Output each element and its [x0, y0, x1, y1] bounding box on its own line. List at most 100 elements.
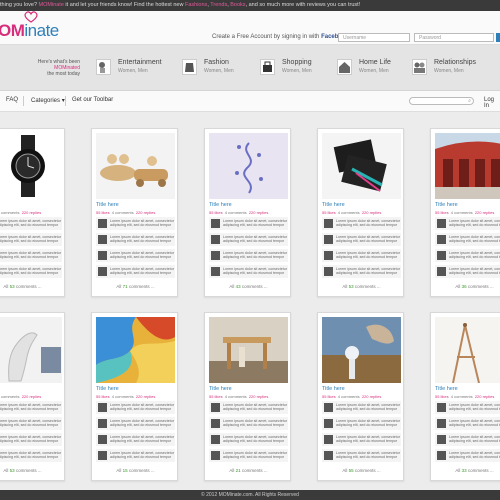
card-image [435, 133, 500, 199]
comment-text: Lorem ipsum dolor sit amet, consectetur … [110, 451, 174, 460]
all-comments-link[interactable]: All 15 comments ... [92, 468, 177, 473]
all-comments-link[interactable]: All 53 comments ... [0, 284, 64, 289]
comment: Lorem ipsum dolor sit amet, consectetur … [435, 265, 500, 278]
avatar [98, 435, 107, 444]
card[interactable]: comments 220 replies Lorem ipsum dolor s… [0, 312, 65, 481]
all-comments-link[interactable]: All 36 comments ... [431, 284, 500, 289]
comment: Lorem ipsum dolor sit amet, consectetur … [322, 233, 401, 246]
card-title[interactable]: Title here [209, 202, 232, 208]
link-books[interactable]: Books [230, 2, 245, 8]
avatar [324, 403, 333, 412]
all-comments-link[interactable]: All 55 comments ... [318, 468, 403, 473]
search-icon[interactable]: ⌕ [468, 98, 471, 104]
comment: Lorem ipsum dolor sit amet, consectetur … [209, 417, 288, 430]
logo-mom: OM [0, 21, 25, 40]
all-comments-link[interactable]: All 33 comments ... [431, 468, 500, 473]
likes-count: 55 likes [209, 210, 223, 215]
relationships-icon [412, 59, 427, 75]
avatar [324, 235, 333, 244]
card[interactable]: comments 220 replies Lorem ipsum dolor s… [0, 128, 65, 297]
card-title[interactable]: Title here [209, 386, 232, 392]
likes-count: 55 likes [96, 210, 110, 215]
login-submit-button[interactable] [496, 33, 500, 42]
avatar [324, 219, 333, 228]
comments-count: 4 comments [337, 394, 360, 399]
replies-count: 220 replies [361, 210, 382, 215]
comment: Lorem ipsum dolor sit amet, consectetur … [322, 217, 401, 230]
card[interactable]: Title here 55 likes 4 comments 220 repli… [91, 312, 178, 481]
username-input[interactable]: Username [338, 33, 410, 42]
all-count: 71 [122, 284, 128, 289]
avatar [437, 219, 446, 228]
all-comments-link[interactable]: All 53 comments ... [318, 284, 403, 289]
comments-count: 4 comments [450, 210, 473, 215]
card[interactable]: Title here 55 likes 4 comments 220 repli… [430, 312, 500, 481]
all-comments-link[interactable]: All 71 comments ... [92, 284, 177, 289]
card[interactable]: Title here 55 likes 4 comments 220 repli… [317, 312, 404, 481]
card[interactable]: Title here 55 likes 4 comments 220 repli… [317, 128, 404, 297]
card-title[interactable]: Title here [96, 386, 119, 392]
site-logo[interactable]: OMinate [0, 21, 59, 41]
all-label: comments ... [241, 284, 268, 289]
likes-count: 55 likes [322, 210, 336, 215]
all-comments-link[interactable]: All 21 comments ... [205, 468, 290, 473]
comment-text: Lorem ipsum dolor sit amet, consectetur … [223, 435, 287, 444]
comment: Lorem ipsum dolor sit amet, consectetur … [322, 401, 401, 414]
comment-text: Lorem ipsum dolor sit amet, consectetur … [223, 219, 287, 228]
avatar [211, 219, 220, 228]
link-fashions[interactable]: Fashions [185, 2, 207, 8]
card-title[interactable]: Title here [322, 386, 345, 392]
card[interactable]: Title here 55 likes 4 comments 220 repli… [204, 128, 291, 297]
password-input[interactable]: Password [414, 33, 494, 42]
card-title[interactable]: Title here [435, 386, 458, 392]
comment-text: Lorem ipsum dolor sit amet, consectetur … [0, 451, 61, 460]
footer-copyright: © 2012 MOMinate.com. All Rights Reserved [201, 492, 299, 498]
comment-text: Lorem ipsum dolor sit amet, consectetur … [110, 251, 174, 260]
category-name: Home Life [359, 59, 391, 66]
comment: Lorem ipsum dolor sit amet, consectetur … [209, 217, 288, 230]
comments-count: 4 comments [224, 210, 247, 215]
replies-count: 220 replies [21, 210, 42, 215]
card[interactable]: Title here 55 likes 4 comments 220 repli… [204, 312, 291, 481]
comment: Lorem ipsum dolor sit amet, consectetur … [0, 417, 62, 430]
nav-bar: FAQ Categories ▾ Get our Toolbar ⌕ Log I… [0, 91, 500, 112]
avatar [437, 419, 446, 428]
search-input[interactable]: ⌕ [409, 97, 474, 105]
comments-count: 4 comments [224, 394, 247, 399]
link-trends[interactable]: Trends [210, 2, 227, 8]
all-label: comments ... [467, 468, 494, 473]
avatar [211, 403, 220, 412]
card-stats: 55 likes 4 comments 220 replies [435, 210, 494, 215]
announcement-brand: MOMinate [38, 2, 64, 8]
comment-text: Lorem ipsum dolor sit amet, consectetur … [336, 419, 400, 428]
avatar [324, 419, 333, 428]
card[interactable]: Title here 55 likes 4 comments 220 repli… [430, 128, 500, 297]
all-count: 53 [9, 468, 15, 473]
nav-categories[interactable]: Categories ▾ [31, 97, 65, 104]
all-label: comments ... [354, 468, 381, 473]
comment-text: Lorem ipsum dolor sit amet, consectetur … [223, 403, 287, 412]
all-comments-link[interactable]: All 43 comments ... [205, 284, 290, 289]
card-title[interactable]: Title here [96, 202, 119, 208]
all-comments-link[interactable]: All 53 comments ... [0, 468, 64, 473]
all-label: comments ... [15, 468, 42, 473]
comment-text: Lorem ipsum dolor sit amet, consectetur … [0, 419, 61, 428]
all-count: 55 [348, 468, 354, 473]
comment-text: Lorem ipsum dolor sit amet, consectetur … [336, 235, 400, 244]
comment-text: Lorem ipsum dolor sit amet, consectetur … [449, 235, 500, 244]
card[interactable]: Title here 55 likes 4 comments 220 repli… [91, 128, 178, 297]
comment: Lorem ipsum dolor sit amet, consectetur … [0, 233, 62, 246]
nav-toolbar[interactable]: Get our Toolbar [72, 97, 113, 103]
nav-faq[interactable]: FAQ [6, 97, 18, 103]
comment-text: Lorem ipsum dolor sit amet, consectetur … [223, 451, 287, 460]
comment: Lorem ipsum dolor sit amet, consectetur … [435, 249, 500, 262]
card-title[interactable]: Title here [322, 202, 345, 208]
comment: Lorem ipsum dolor sit amet, consectetur … [96, 217, 175, 230]
login-link[interactable]: Log In [484, 97, 500, 109]
comment: Lorem ipsum dolor sit amet, consectetur … [96, 433, 175, 446]
avatar [437, 235, 446, 244]
card-stats: 55 likes 4 comments 220 replies [322, 210, 381, 215]
comment: Lorem ipsum dolor sit amet, consectetur … [209, 433, 288, 446]
card-title[interactable]: Title here [435, 202, 458, 208]
all-count: 33 [461, 468, 467, 473]
